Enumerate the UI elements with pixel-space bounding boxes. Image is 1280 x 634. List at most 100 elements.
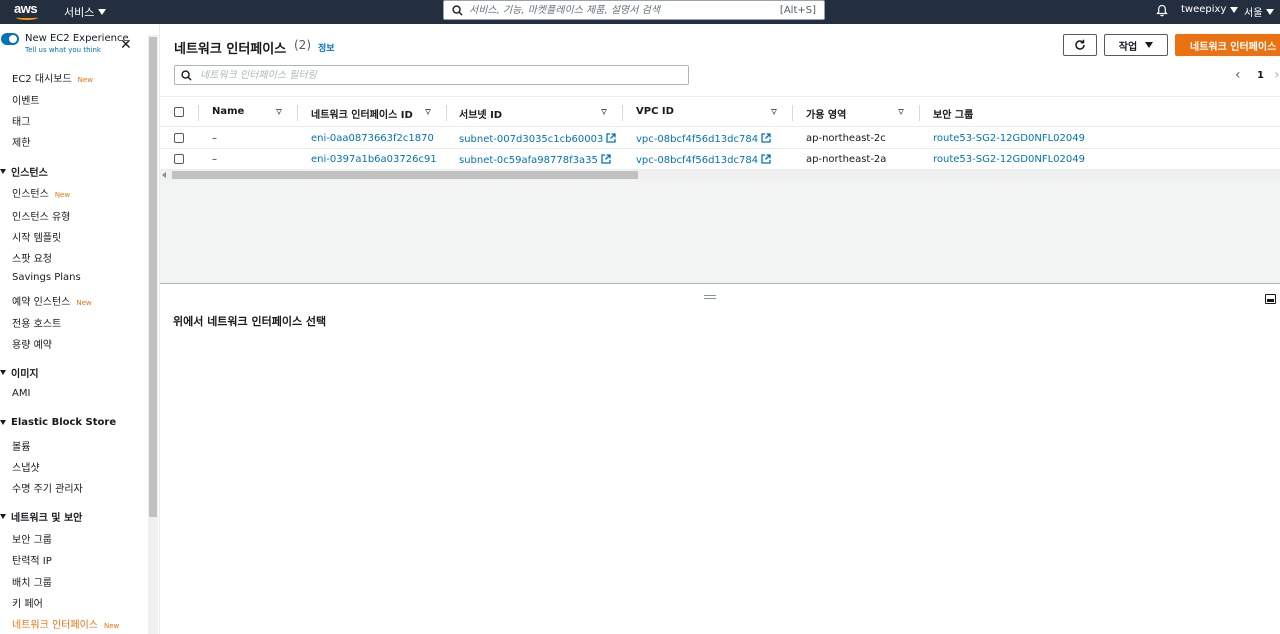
column-separator	[446, 105, 447, 121]
refresh-icon	[1075, 39, 1085, 50]
sidebar-scrollbar-thumb[interactable]	[149, 37, 157, 517]
sidebar-item-launch-templates[interactable]: 시작 템플릿	[12, 229, 61, 244]
sidebar-item-savings-plans[interactable]: Savings Plans	[12, 272, 81, 283]
feedback-link[interactable]: Tell us what you think	[25, 46, 101, 54]
chevron-right-icon[interactable]: ›	[1274, 67, 1280, 83]
sidebar-section-images[interactable]: 이미지	[0, 365, 39, 380]
main-content: 네트워크 인터페이스 (2) 정보 작업 네트워크 인터페이스 생성 ‹ 1 ›…	[160, 24, 1280, 634]
caret-down-icon	[1266, 8, 1275, 15]
search-icon	[452, 4, 463, 16]
column-header-subnet-id[interactable]: 서브넷 ID	[459, 106, 502, 121]
sidebar-item-elastic-ips[interactable]: 탄력적 IP	[12, 552, 52, 567]
bell-icon[interactable]	[1156, 4, 1168, 17]
cell-name: –	[212, 154, 217, 165]
sidebar-item-network-interfaces[interactable]: 네트워크 인터페이스 New	[12, 616, 119, 631]
actions-dropdown-button[interactable]: 작업	[1104, 34, 1168, 56]
detail-panel-message: 위에서 네트워크 인터페이스 선택	[173, 315, 327, 328]
row-checkbox[interactable]	[174, 154, 184, 164]
column-header-name[interactable]: Name	[212, 106, 244, 117]
sidebar-item-limits[interactable]: 제한	[12, 134, 30, 149]
column-header-availability-zone[interactable]: 가용 영역	[806, 106, 846, 121]
table-row[interactable]: – eni-0397a1b6a03726c91 subnet-0c59afa98…	[160, 149, 1280, 170]
cell-subnet-link[interactable]: subnet-007d3035c1cb60003	[459, 133, 616, 145]
horizontal-scrollbar-thumb[interactable]	[172, 171, 638, 179]
new-experience-toggle[interactable]	[1, 33, 19, 45]
sidebar-item-volumes[interactable]: 볼륨	[12, 438, 30, 453]
refresh-button[interactable]	[1063, 34, 1097, 56]
global-search-box[interactable]: [Alt+S]	[443, 0, 825, 20]
cell-vpc-link[interactable]: vpc-08bcf4f56d13dc784	[636, 133, 771, 145]
current-page-number[interactable]: 1	[1257, 70, 1264, 81]
sidebar-item-tags[interactable]: 태그	[12, 113, 30, 128]
sidebar-section-instances[interactable]: 인스턴스	[0, 164, 48, 179]
sidebar-item-placement-groups[interactable]: 배치 그룹	[12, 574, 52, 589]
sidebar-item-security-groups[interactable]: 보안 그룹	[12, 531, 52, 546]
cell-availability-zone: ap-northeast-2a	[806, 154, 887, 165]
filter-box[interactable]	[174, 65, 689, 85]
global-search-input[interactable]	[469, 4, 780, 16]
table-horizontal-scrollbar[interactable]	[160, 170, 1280, 180]
create-network-interface-button[interactable]: 네트워크 인터페이스 생성	[1175, 34, 1280, 56]
sidebar-item-reserved-instances[interactable]: 예약 인스턴스 New	[12, 293, 92, 308]
sidebar-section-network-security[interactable]: 네트워크 및 보안	[0, 509, 82, 524]
sidebar-item-capacity-reservations[interactable]: 용량 예약	[12, 336, 52, 351]
search-shortcut-hint: [Alt+S]	[779, 4, 816, 16]
external-link-icon	[606, 133, 616, 143]
column-header-vpc-id[interactable]: VPC ID	[636, 106, 674, 117]
caret-down-icon	[1145, 42, 1154, 48]
cell-subnet-link[interactable]: subnet-0c59afa98778f3a35	[459, 154, 611, 166]
table-empty-area	[160, 180, 1280, 284]
sort-icon[interactable]	[425, 109, 431, 115]
cell-eni-id-link[interactable]: eni-0aa0873663f2c1870	[311, 133, 434, 144]
aws-logo[interactable]: aws	[14, 1, 42, 21]
cell-vpc-link[interactable]: vpc-08bcf4f56d13dc784	[636, 154, 771, 166]
cell-security-group-link[interactable]: route53-SG2-12GD0NFL02049	[933, 154, 1085, 165]
split-panel-position-icon[interactable]	[1265, 294, 1276, 304]
sidebar-item-spot-requests[interactable]: 스팟 요청	[12, 250, 52, 265]
sidebar-item-ami[interactable]: AMI	[12, 388, 30, 399]
item-count: (2)	[294, 38, 311, 52]
select-all-checkbox[interactable]	[174, 107, 184, 117]
sort-icon[interactable]	[771, 109, 777, 115]
user-menu-button[interactable]: tweepixy	[1181, 4, 1239, 15]
column-separator	[198, 105, 199, 121]
column-separator	[622, 105, 623, 121]
filter-input[interactable]	[200, 69, 688, 81]
row-checkbox[interactable]	[174, 133, 184, 143]
column-header-eni-id[interactable]: 네트워크 인터페이스 ID	[311, 106, 413, 121]
services-menu-button[interactable]: 서비스	[64, 4, 107, 20]
sidebar-item-ec2-dashboard[interactable]: EC2 대시보드 New	[12, 70, 93, 85]
cell-availability-zone: ap-northeast-2c	[806, 133, 886, 144]
close-icon[interactable]: ✕	[120, 38, 132, 52]
cell-security-group-link[interactable]: route53-SG2-12GD0NFL02049	[933, 133, 1085, 144]
sidebar-item-key-pairs[interactable]: 키 페어	[12, 595, 43, 610]
page-title: 네트워크 인터페이스	[174, 42, 287, 57]
sort-icon[interactable]	[898, 109, 904, 115]
top-navigation-bar: aws 서비스 [Alt+S] tweepixy 서울	[0, 0, 1280, 24]
info-link[interactable]: 정보	[318, 41, 335, 54]
split-panel-drag-handle[interactable]	[704, 295, 716, 299]
sidebar-item-instances[interactable]: 인스턴스 New	[12, 185, 70, 200]
expand-icon	[0, 370, 6, 375]
sidebar-item-dedicated-hosts[interactable]: 전용 호스트	[12, 315, 61, 330]
sidebar-item-events[interactable]: 이벤트	[12, 92, 40, 107]
cell-eni-id-link[interactable]: eni-0397a1b6a03726c91	[311, 154, 437, 165]
sidebar-item-snapshots[interactable]: 스냅샷	[12, 459, 40, 474]
sidebar-item-instance-types[interactable]: 인스턴스 유형	[12, 208, 70, 223]
cell-name: –	[212, 133, 217, 144]
table-row[interactable]: – eni-0aa0873663f2c1870 subnet-007d3035c…	[160, 128, 1280, 149]
sidebar-item-lifecycle-manager[interactable]: 수명 주기 관리자	[12, 480, 83, 495]
column-separator	[297, 105, 298, 121]
sidebar-scrollbar[interactable]	[148, 35, 158, 634]
sidebar-section-ebs[interactable]: Elastic Block Store	[0, 417, 116, 428]
aws-smile-icon	[16, 15, 38, 20]
column-separator	[919, 105, 920, 121]
sort-icon[interactable]	[601, 109, 607, 115]
region-menu-button[interactable]: 서울	[1244, 4, 1275, 19]
scroll-left-arrow-icon[interactable]	[162, 172, 166, 178]
external-link-icon	[761, 154, 771, 164]
sort-icon[interactable]	[276, 109, 282, 115]
column-header-security-group[interactable]: 보안 그룹	[933, 106, 973, 121]
external-link-icon	[601, 154, 611, 164]
chevron-left-icon[interactable]: ‹	[1235, 67, 1241, 83]
